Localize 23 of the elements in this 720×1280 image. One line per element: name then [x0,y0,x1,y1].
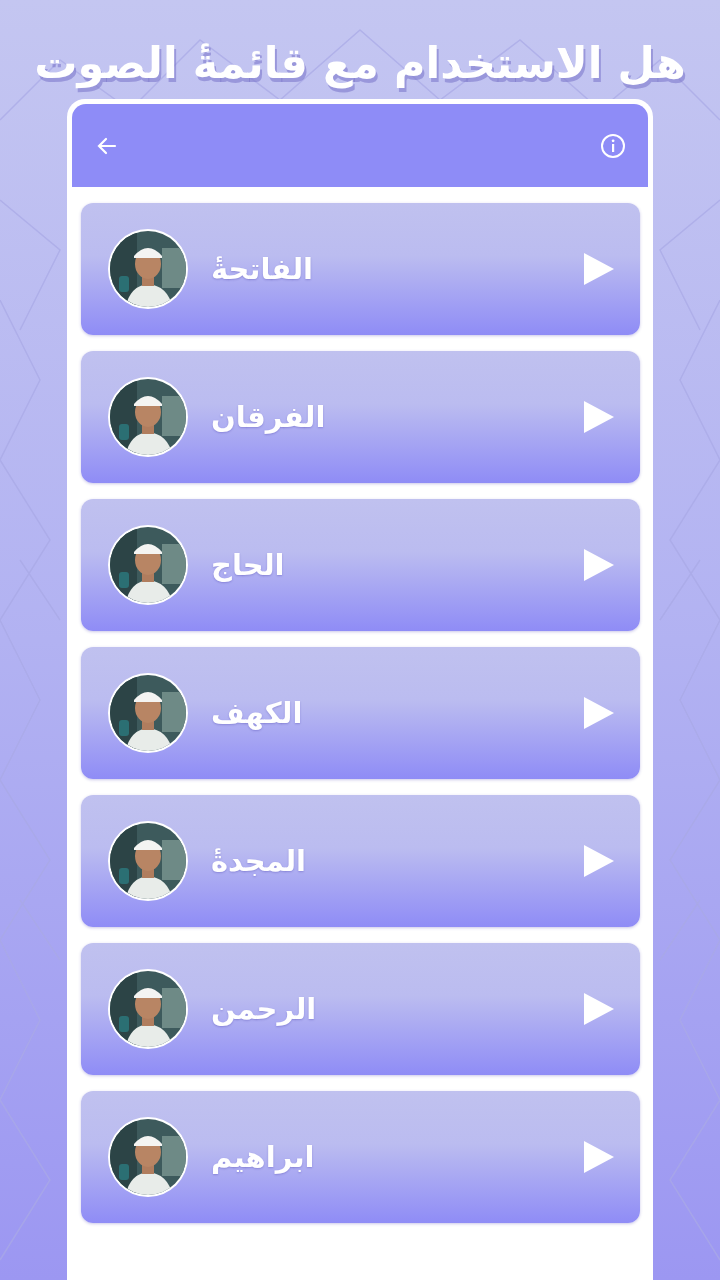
play-icon[interactable] [582,695,616,731]
track-name: الكهف [211,696,304,730]
track-card[interactable]: ابراهيم [81,1091,640,1223]
play-icon[interactable] [582,1139,616,1175]
play-icon[interactable] [582,251,616,287]
track-name: ابراهيم [211,1140,316,1174]
track-card[interactable]: الفاتحةٔ [81,203,640,335]
headline: هل الاستخدام مع قائمةٔ الصوت [34,38,686,88]
track-name: الفاتحةٔ [211,252,314,286]
track-name: الرحمن [211,992,318,1026]
info-icon[interactable] [600,132,626,159]
track-card[interactable]: الرحمن [81,943,640,1075]
track-card[interactable]: الحاج [81,499,640,631]
track-name: المجدةٔ [211,844,308,878]
play-icon[interactable] [582,547,616,583]
play-icon[interactable] [582,991,616,1027]
play-icon[interactable] [582,399,616,435]
track-card[interactable]: الفرقان [81,351,640,483]
track-name: الحاج [211,548,286,582]
track-name: الفرقان [211,400,327,434]
track-card[interactable]: المجدةٔ [81,795,640,927]
play-icon[interactable] [582,843,616,879]
track-card[interactable]: الكهف [81,647,640,779]
